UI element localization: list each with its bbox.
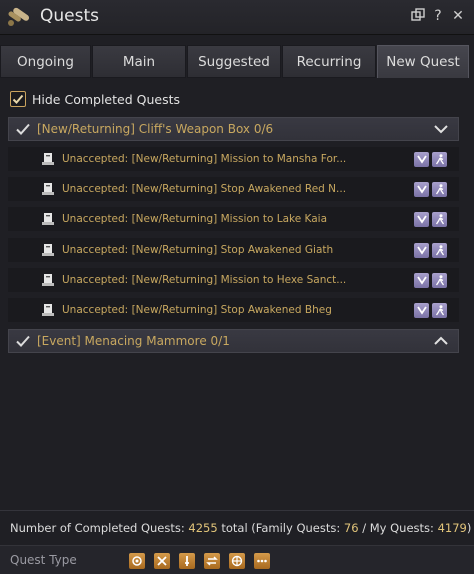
checkmark-icon: [16, 335, 30, 347]
hide-completed-checkbox[interactable]: [10, 91, 26, 107]
quest-scroll-icon: [42, 274, 54, 286]
navigate-walk-icon[interactable]: [432, 242, 447, 258]
window-title: Quests: [40, 6, 99, 26]
help-icon[interactable]: ?: [430, 8, 446, 24]
tab-ongoing[interactable]: Ongoing: [0, 45, 91, 78]
quest-row[interactable]: Unaccepted: [New/Returning] Stop Awakene…: [8, 238, 459, 262]
quest-text: Unaccepted: [New/Returning] Stop Awakene…: [62, 244, 334, 256]
quest-group-header[interactable]: [Event] Menacing Mammore 0/1: [8, 329, 459, 353]
total-count: 4255: [188, 521, 218, 535]
chevron-down-icon[interactable]: [432, 120, 450, 138]
quest-row[interactable]: Unaccepted: [New/Returning] Stop Awakene…: [8, 298, 459, 322]
footer-divider: [0, 510, 474, 511]
accept-quest-icon[interactable]: [414, 242, 429, 258]
quest-type-label: Quest Type: [10, 553, 77, 567]
quest-row[interactable]: Unaccepted: [New/Returning] Mission to H…: [8, 268, 459, 292]
title-bar: Quests ? ✕: [0, 0, 474, 35]
more-icon[interactable]: [254, 553, 270, 569]
accept-quest-icon[interactable]: [414, 272, 429, 288]
crossed-swords-icon[interactable]: [154, 553, 170, 569]
quest-text: Unaccepted: [New/Returning] Stop Awakene…: [62, 304, 332, 316]
quest-list-empty-area: [8, 355, 459, 505]
trade-icon[interactable]: [204, 553, 220, 569]
accept-quest-icon[interactable]: [414, 181, 429, 197]
quest-row[interactable]: Unaccepted: [New/Returning] Mission to L…: [8, 207, 459, 231]
tab-main[interactable]: Main: [92, 45, 186, 78]
navigate-walk-icon[interactable]: [432, 211, 447, 227]
chevron-up-icon[interactable]: [432, 332, 450, 350]
accept-quest-icon[interactable]: [414, 302, 429, 318]
quest-row[interactable]: Unaccepted: [New/Returning] Stop Awakene…: [8, 177, 459, 201]
quest-row[interactable]: Unaccepted: [New/Returning] Mission to M…: [8, 147, 459, 171]
tab-bar: Ongoing Main Suggested Recurring New Que…: [0, 45, 474, 78]
quest-scroll-icon: [42, 213, 54, 225]
completed-quests-summary: Number of Completed Quests: 4255 total (…: [10, 521, 472, 535]
quest-text: Unaccepted: [New/Returning] Stop Awakene…: [62, 183, 347, 195]
accept-quest-icon[interactable]: [414, 151, 429, 167]
navigate-walk-icon[interactable]: [432, 151, 447, 167]
accept-quest-icon[interactable]: [414, 211, 429, 227]
quest-group-header[interactable]: [New/Returning] Cliff's Weapon Box 0/6: [8, 117, 459, 141]
tab-suggested[interactable]: Suggested: [187, 45, 281, 78]
quest-scroll-icon: [42, 304, 54, 316]
hide-completed-toggle[interactable]: Hide Completed Quests: [10, 89, 180, 109]
quest-text: Unaccepted: [New/Returning] Mission to M…: [62, 153, 347, 165]
group-title: [Event] Menacing Mammore 0/1: [37, 334, 230, 348]
close-icon[interactable]: ✕: [450, 8, 466, 24]
family-count: 76: [343, 521, 359, 535]
combat-type-icon[interactable]: [129, 553, 145, 569]
navigate-walk-icon[interactable]: [432, 181, 447, 197]
single-sword-icon[interactable]: [179, 553, 195, 569]
hide-completed-label: Hide Completed Quests: [32, 91, 180, 107]
quest-scroll-icon: [42, 183, 54, 195]
quest-scroll-icon: [42, 153, 54, 165]
navigate-walk-icon[interactable]: [432, 302, 447, 318]
checkmark-icon: [12, 94, 24, 104]
popout-icon[interactable]: [410, 8, 426, 24]
group-title: [New/Returning] Cliff's Weapon Box 0/6: [37, 122, 274, 136]
tab-recurring[interactable]: Recurring: [282, 45, 376, 78]
scroll-icon: [8, 7, 30, 26]
quest-type-bar: Quest Type: [0, 545, 474, 574]
tab-new-quest[interactable]: New Quest: [377, 45, 469, 78]
navigate-walk-icon[interactable]: [432, 272, 447, 288]
my-count: 4179: [437, 521, 467, 535]
checkmark-icon: [16, 123, 30, 135]
quest-text: Unaccepted: [New/Returning] Mission to H…: [62, 274, 347, 286]
quest-scroll-icon: [42, 244, 54, 256]
quest-text: Unaccepted: [New/Returning] Mission to L…: [62, 213, 328, 225]
compass-icon[interactable]: [229, 553, 245, 569]
